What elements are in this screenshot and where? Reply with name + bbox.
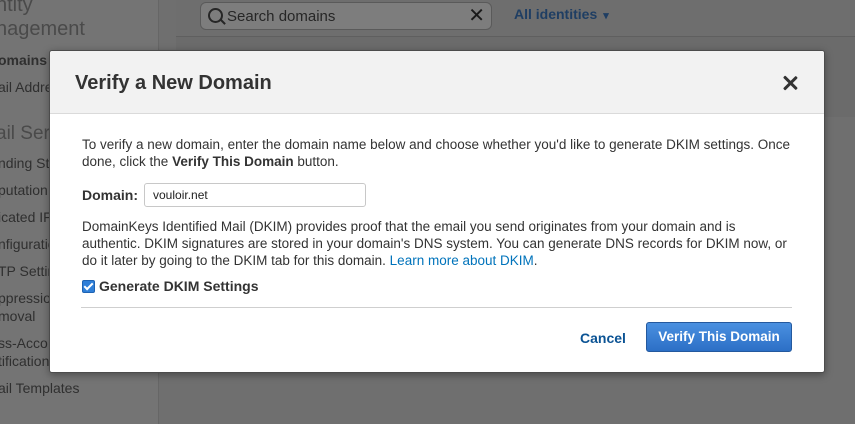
chevron-down-icon: ▾ <box>603 10 609 22</box>
search-placeholder: Search domains <box>227 8 336 25</box>
dkim-description: DomainKeys Identified Mail (DKIM) provid… <box>82 218 792 269</box>
sidebar-item-smtp-settings[interactable]: TP Settir <box>0 263 52 279</box>
intro-bold: Verify This Domain <box>172 154 294 169</box>
domain-row: Domain: <box>82 182 366 208</box>
dialog-body: To verify a new domain, enter the domain… <box>82 136 792 294</box>
sidebar-header-line2: nagement <box>0 18 85 40</box>
dialog-header: Verify a New Domain <box>50 51 824 114</box>
sidebar-item-cross-account-line2: tifications <box>0 353 57 369</box>
sidebar-item-email-addresses[interactable]: ail Addre <box>0 79 52 95</box>
generate-dkim-row[interactable]: Generate DKIM Settings <box>82 278 258 295</box>
intro-text-part2: button. <box>293 154 339 169</box>
generate-dkim-checkbox[interactable] <box>82 280 95 293</box>
identities-filter-dropdown[interactable]: All identities ▾ <box>514 6 609 22</box>
sidebar-item-reputation[interactable]: putation I <box>0 182 56 198</box>
close-icon[interactable] <box>782 75 798 91</box>
learn-more-dkim-link[interactable]: Learn more about DKIM <box>390 253 534 268</box>
sidebar-item-domains[interactable]: omains <box>0 52 47 68</box>
dialog-divider <box>81 307 792 308</box>
domain-label: Domain: <box>82 186 138 203</box>
sidebar-item-configuration-sets[interactable]: nfiguratio <box>0 236 56 252</box>
search-icon <box>208 8 223 23</box>
sidebar-header: ntity <box>0 0 33 16</box>
sidebar-item-email-templates[interactable]: ail Templates <box>0 380 79 396</box>
sidebar-item-dedicated-ips[interactable]: icated IF <box>0 209 52 225</box>
dkim-text-suffix: . <box>533 253 538 268</box>
sidebar-item-cross-account[interactable]: ss-Acco <box>0 335 48 351</box>
identities-filter-label: All identities <box>514 6 598 22</box>
generate-dkim-label[interactable]: Generate DKIM Settings <box>99 278 258 295</box>
verify-domain-button[interactable]: Verify This Domain <box>646 322 792 352</box>
intro-text: To verify a new domain, enter the domain… <box>82 136 792 170</box>
sidebar-item-suppression-line2: moval <box>0 308 36 324</box>
cancel-button[interactable]: Cancel <box>580 330 626 346</box>
search-input[interactable]: Search domains ✕ <box>200 2 492 30</box>
clear-search-icon[interactable]: ✕ <box>468 5 485 27</box>
domain-input[interactable] <box>144 183 366 207</box>
dialog-title: Verify a New Domain <box>75 72 272 94</box>
